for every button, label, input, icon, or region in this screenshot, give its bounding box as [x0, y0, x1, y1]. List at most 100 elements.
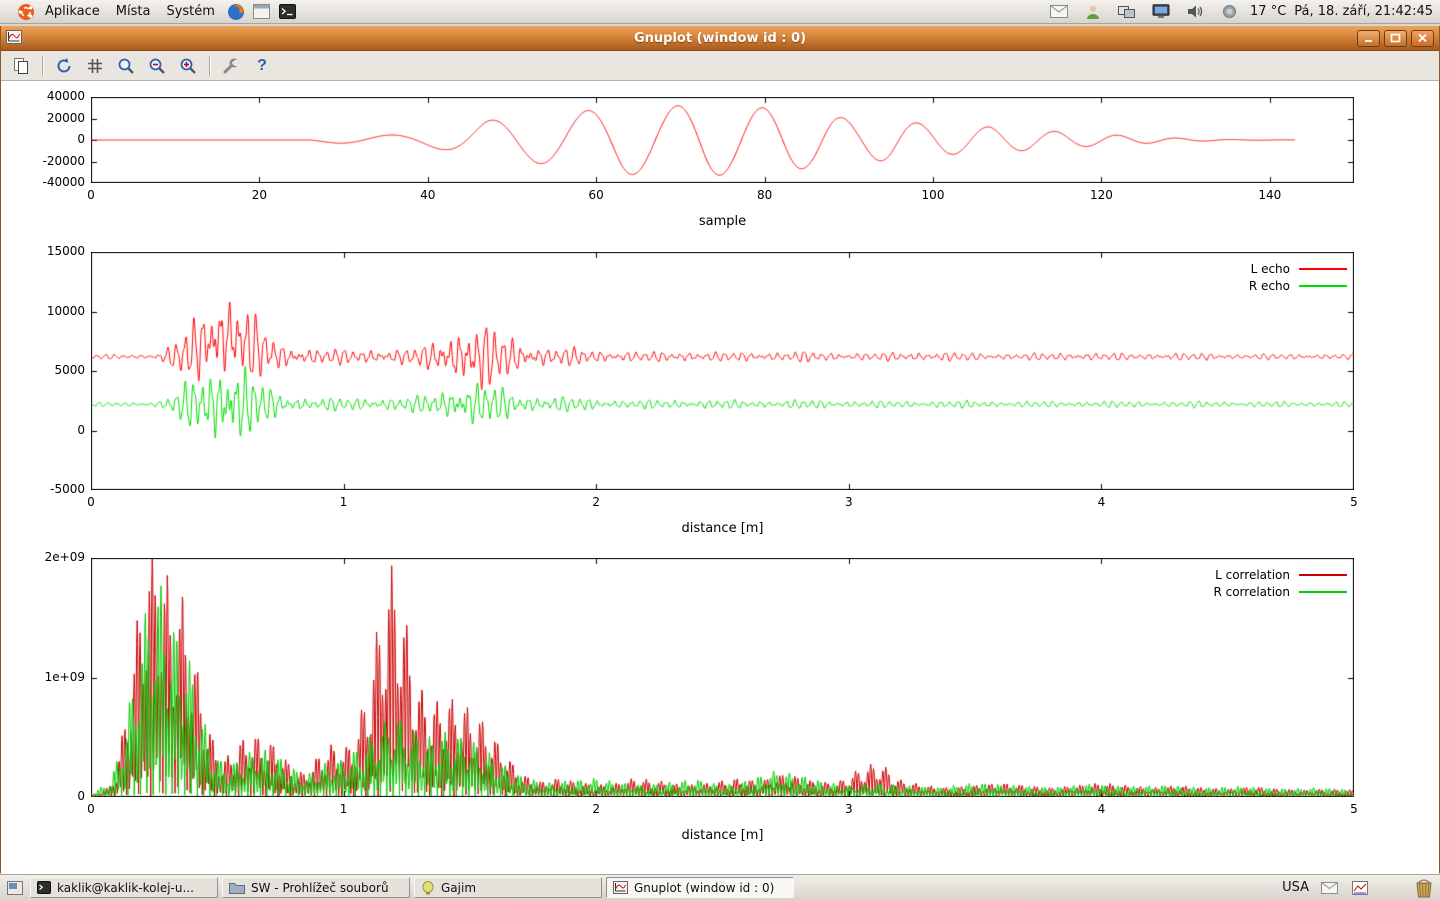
clock[interactable]: Pá, 18. září, 21:42:45	[1294, 4, 1433, 19]
x-tick-label: 3	[819, 495, 879, 510]
y-tick-label: 40000	[9, 89, 85, 104]
x-tick-label: 40	[398, 188, 458, 203]
mail-notification-icon[interactable]	[1048, 1, 1070, 23]
x-tick-label: 60	[566, 188, 626, 203]
titlebar[interactable]: Gnuplot (window id : 0)	[1, 26, 1439, 51]
x-tick-label: 5	[1324, 802, 1384, 817]
chart3-xlabel: distance [m]	[573, 828, 873, 843]
y-tick-label: 5000	[9, 363, 85, 378]
taskbar-item-label: Gnuplot (window id : 0)	[634, 881, 774, 895]
legend-line-sample	[1299, 574, 1347, 576]
network-icon[interactable]	[1116, 1, 1138, 23]
taskbar-item-gajim[interactable]: Gajim	[414, 877, 602, 898]
help-icon: ?	[257, 57, 267, 75]
trash-icon[interactable]	[1414, 877, 1434, 899]
weather-icon[interactable]	[1218, 1, 1240, 23]
x-tick-label: 4	[1071, 802, 1131, 817]
legend-label: R correlation	[1213, 585, 1290, 599]
x-tick-label: 140	[1240, 188, 1300, 203]
x-tick-label: 1	[314, 802, 374, 817]
taskbar-item-label: kaklik@kaklik-kolej-u...	[57, 881, 194, 895]
terminal-icon	[37, 881, 51, 894]
plots: 40000200000-20000-4000002040608010012014…	[1, 81, 1439, 874]
gnuplot-icon	[613, 881, 628, 894]
x-tick-label: 2	[566, 495, 626, 510]
minimize-button[interactable]	[1357, 30, 1380, 47]
x-tick-label: 80	[735, 188, 795, 203]
plot-content: 40000200000-20000-4000002040608010012014…	[1, 81, 1439, 874]
volume-icon[interactable]	[1184, 1, 1206, 23]
display-icon[interactable]	[1150, 1, 1172, 23]
taskbar-item-terminal[interactable]: kaklik@kaklik-kolej-u...	[30, 877, 218, 898]
taskbar-tray: USA	[1282, 877, 1436, 899]
menu-system-label: Systém	[166, 4, 214, 19]
menu-places[interactable]: Místa	[108, 0, 159, 23]
help-button[interactable]: ?	[249, 54, 275, 78]
configure-button[interactable]	[218, 54, 244, 78]
panel-tray: 17 °C Pá, 18. září, 21:42:45	[1046, 1, 1435, 23]
mail-tray-icon[interactable]	[1318, 878, 1340, 898]
y-tick-label: 10000	[9, 304, 85, 319]
chart2-xlabel: distance [m]	[573, 521, 873, 536]
window-controls	[1357, 30, 1434, 47]
legend-entry: L echo	[1107, 260, 1347, 277]
menu-system[interactable]: Systém	[158, 0, 222, 23]
keyboard-layout-indicator[interactable]: USA	[1282, 880, 1309, 895]
y-tick-label: 0	[9, 132, 85, 147]
taskbar-item-gnuplot[interactable]: Gnuplot (window id : 0)	[606, 877, 794, 898]
y-tick-label: 15000	[9, 244, 85, 259]
x-tick-label: 1	[314, 495, 374, 510]
copy-to-clipboard-button[interactable]	[8, 54, 34, 78]
zoom-out-button[interactable]	[144, 54, 170, 78]
legend-entry: L correlation	[1107, 566, 1347, 583]
firefox-icon[interactable]	[225, 1, 247, 23]
legend-line-sample	[1299, 268, 1347, 270]
weather-temperature[interactable]: 17 °C	[1250, 4, 1286, 19]
legend-line-sample	[1299, 285, 1347, 287]
y-tick-label: 20000	[9, 111, 85, 126]
menu-places-label: Místa	[116, 4, 151, 19]
chart2-legend: L echoR echo	[1107, 260, 1347, 294]
chart1-xlabel: sample	[573, 214, 873, 229]
toolbar-separator	[209, 56, 210, 76]
file-manager-icon	[229, 881, 245, 894]
chart1-canvas[interactable]	[91, 97, 1354, 183]
zoom-previous-button[interactable]	[113, 54, 139, 78]
y-tick-label: 1e+09	[9, 670, 85, 685]
taskbar: kaklik@kaklik-kolej-u... SW - Prohlížeč s…	[0, 874, 1440, 900]
maximize-button[interactable]	[1384, 30, 1407, 47]
y-tick-label: 2e+09	[9, 550, 85, 565]
x-tick-label: 2	[566, 802, 626, 817]
screenshot-icon[interactable]	[251, 1, 273, 23]
legend-line-sample	[1299, 591, 1347, 593]
x-tick-label: 120	[1071, 188, 1131, 203]
panel-menus: Aplikace Místa Systém	[5, 0, 301, 23]
menu-applications[interactable]: Aplikace	[5, 0, 108, 23]
x-tick-label: 0	[61, 495, 121, 510]
x-tick-label: 0	[61, 802, 121, 817]
legend-entry: R correlation	[1107, 583, 1347, 600]
gajim-icon	[421, 881, 435, 895]
y-tick-label: -20000	[9, 154, 85, 169]
taskbar-item-file-manager[interactable]: SW - Prohlížeč souborů	[222, 877, 410, 898]
y-tick-label: 0	[9, 423, 85, 438]
x-tick-label: 5	[1324, 495, 1384, 510]
legend-label: L echo	[1251, 262, 1290, 276]
chart-tray-icon[interactable]	[1349, 878, 1371, 898]
gnuplot-window-icon	[6, 30, 24, 46]
terminal-icon[interactable]	[277, 1, 299, 23]
x-tick-label: 0	[61, 188, 121, 203]
taskbar-item-label: SW - Prohlížeč souborů	[251, 881, 389, 895]
replot-button[interactable]	[51, 54, 77, 78]
legend-label: L correlation	[1215, 568, 1290, 582]
toggle-grid-button[interactable]	[82, 54, 108, 78]
show-desktop-icon[interactable]	[4, 878, 26, 898]
window-title: Gnuplot (window id : 0)	[1, 31, 1439, 46]
x-tick-label: 3	[819, 802, 879, 817]
taskbar-item-label: Gajim	[441, 881, 476, 895]
close-button[interactable]	[1411, 30, 1434, 47]
top-panel: Aplikace Místa Systém 17 °C Pá, 18. září…	[0, 0, 1440, 24]
presence-icon[interactable]	[1082, 1, 1104, 23]
menu-applications-label: Aplikace	[45, 4, 100, 19]
zoom-in-button[interactable]	[175, 54, 201, 78]
